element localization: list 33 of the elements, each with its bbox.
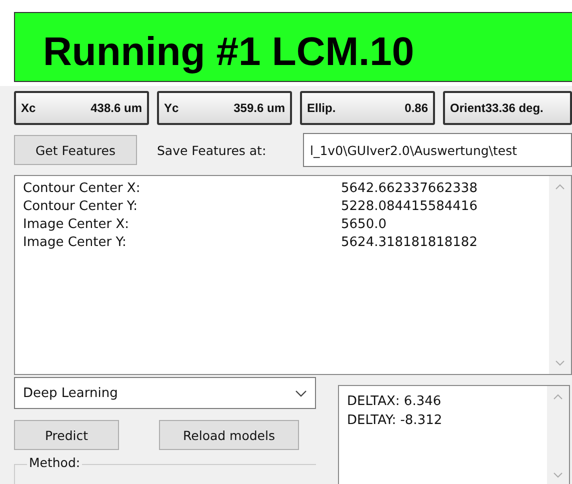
scroll-down-icon[interactable] [555, 360, 565, 366]
action-button[interactable]: Reload models [159, 420, 299, 450]
measurement-value: 359.6 um [234, 101, 285, 115]
get-features-button[interactable]: Get Features [14, 135, 137, 165]
feature-name: Contour Center X: [23, 180, 142, 198]
measurement-label: Ellip. [307, 101, 336, 115]
status-text: Running #1 LCM.10 [43, 30, 414, 75]
scrollbar[interactable] [549, 176, 571, 374]
prediction-line: DELTAY: -8.312 [347, 412, 444, 430]
model-dropdown[interactable]: Deep Learning [14, 377, 316, 409]
measurement-label: Orient [450, 101, 486, 115]
group-title: Method: [27, 455, 82, 470]
feature-name: Image Center Y: [23, 234, 128, 252]
save-label: Save Features at: [157, 142, 268, 158]
measurement-label: Xc [21, 101, 36, 115]
feature-name: Image Center X: [23, 216, 130, 234]
feature-value: 5228.084415584416 [341, 198, 478, 216]
chevron-down-icon [295, 390, 307, 396]
save-path-field[interactable]: l_1v0\GUIver2.0\Auswertung\test [303, 133, 572, 167]
measurement-value: 0.86 [404, 101, 428, 115]
feature-value: 5624.318181818182 [341, 234, 478, 252]
prediction-line: DELTAX: 6.346 [347, 393, 442, 411]
scroll-down-icon[interactable] [553, 472, 563, 478]
feature-value: 5650.0 [341, 216, 386, 234]
scroll-up-icon[interactable] [555, 184, 565, 190]
scrollbar[interactable] [547, 386, 569, 484]
measurement-value: 33.36 deg. [485, 101, 544, 115]
feature-name: Contour Center Y: [23, 198, 139, 216]
action-button[interactable]: Predict [14, 420, 119, 450]
measurement-value: 438.6 um [90, 101, 142, 115]
measurement-label: Yc [164, 101, 179, 115]
feature-value: 5642.662337662338 [341, 180, 478, 198]
scroll-up-icon[interactable] [553, 394, 563, 400]
